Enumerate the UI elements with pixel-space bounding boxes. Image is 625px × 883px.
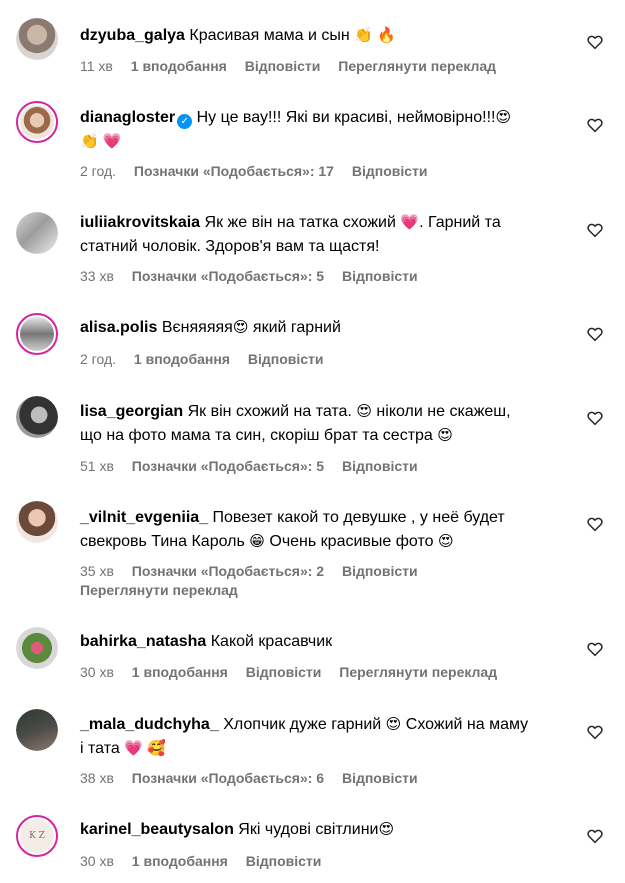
likes-count[interactable]: Позначки «Подобається»: 2 xyxy=(132,563,324,579)
comment-time[interactable]: 35 хв xyxy=(80,563,114,579)
likes-count[interactable]: 1 вподобання xyxy=(132,853,228,869)
comment-text: який гарний xyxy=(252,319,341,336)
comment-text: Красивая мама и сын xyxy=(189,27,350,44)
comment-emoji: 😍 xyxy=(378,821,395,838)
username[interactable]: _vilnit_evgeniia_ xyxy=(80,509,208,526)
comment-text: Схожий на маму xyxy=(405,716,529,733)
heart-outline-icon[interactable] xyxy=(586,827,604,845)
avatar[interactable] xyxy=(16,212,58,254)
heart-outline-icon[interactable] xyxy=(586,33,604,51)
comment-text: ніколи не скажеш, xyxy=(376,403,511,420)
avatar[interactable] xyxy=(16,501,58,543)
username[interactable]: dianagloster xyxy=(80,109,175,126)
reply-button[interactable]: Відповісти xyxy=(245,58,321,74)
likes-count[interactable]: Позначки «Подобається»: 5 xyxy=(132,268,324,284)
comment-emoji: 😍 xyxy=(495,109,512,126)
avatar[interactable] xyxy=(16,396,58,438)
reply-button[interactable]: Відповісти xyxy=(246,664,322,680)
comment-text: статний чоловік. Здоров'я вам та щастя! xyxy=(80,238,380,255)
heart-outline-icon[interactable] xyxy=(586,325,604,343)
heart-outline-icon[interactable] xyxy=(586,409,604,427)
verified-badge-icon: ✓ xyxy=(177,114,193,129)
avatar[interactable] xyxy=(16,101,58,143)
comment-text: Як же він на татка схожий xyxy=(204,214,396,231)
avatar[interactable] xyxy=(16,18,58,60)
comment-text: Повезет какой то девушке , у неё будет xyxy=(212,509,505,526)
likes-count[interactable]: 1 вподобання xyxy=(132,664,228,680)
comment-text: Очень красивые фото xyxy=(269,533,434,550)
reply-button[interactable]: Відповісти xyxy=(352,163,428,179)
heart-outline-icon[interactable] xyxy=(586,116,604,134)
comment-emoji: 😍 xyxy=(356,403,372,420)
comment-text: Какой красавчик xyxy=(210,633,333,650)
comment-emoji: 😁 xyxy=(249,533,265,550)
comment-time[interactable]: 2 год. xyxy=(80,163,116,179)
comment-emoji: 👏 🔥 xyxy=(354,27,396,44)
comment-time[interactable]: 30 хв xyxy=(80,664,114,680)
comment-time[interactable]: 51 хв xyxy=(80,458,114,474)
comment-time[interactable]: 33 хв xyxy=(80,268,114,284)
avatar-logo-text: K Z xyxy=(20,819,54,853)
avatar[interactable] xyxy=(16,627,58,669)
comment-text: Вєняяяяя xyxy=(161,319,233,336)
comment-emoji: 💗 xyxy=(400,214,420,231)
heart-outline-icon[interactable] xyxy=(586,515,604,533)
comment-emoji: 😍 xyxy=(437,533,454,550)
username[interactable]: _mala_dudchyha_ xyxy=(80,716,219,733)
avatar[interactable]: K Z xyxy=(16,815,58,857)
username[interactable]: lisa_georgian xyxy=(80,403,183,420)
comment-text: і тата xyxy=(80,740,120,757)
comment-text: Хлопчик дуже гарний xyxy=(223,716,382,733)
comment-emoji: 😍 xyxy=(232,319,249,336)
username[interactable]: alisa.polis xyxy=(80,319,157,336)
reply-button[interactable]: Відповісти xyxy=(246,853,322,869)
comment-emoji: 💗 🥰 xyxy=(124,740,166,757)
username[interactable]: iuliiakrovitskaia xyxy=(80,214,200,231)
avatar[interactable] xyxy=(16,313,58,355)
comment-emoji: 😍 xyxy=(385,716,402,733)
comment-text: Ну це вау!!! Які ви красиві, неймовірно!… xyxy=(196,109,496,126)
see-translation-button[interactable]: Переглянути переклад xyxy=(80,582,238,598)
comment-text: свекровь Тина Кароль xyxy=(80,533,245,550)
reply-button[interactable]: Відповісти xyxy=(342,268,418,284)
likes-count[interactable]: Позначки «Подобається»: 17 xyxy=(134,163,334,179)
likes-count[interactable]: Позначки «Подобається»: 6 xyxy=(132,770,324,786)
comment-text: . Гарний та xyxy=(419,214,501,231)
avatar[interactable] xyxy=(16,709,58,751)
reply-button[interactable]: Відповісти xyxy=(248,351,324,367)
likes-count[interactable]: Позначки «Подобається»: 5 xyxy=(132,458,324,474)
comment-emoji: 😍 xyxy=(437,427,453,444)
heart-outline-icon[interactable] xyxy=(586,723,604,741)
reply-button[interactable]: Відповісти xyxy=(342,563,418,579)
reply-button[interactable]: Відповісти xyxy=(342,770,418,786)
comment-time[interactable]: 30 хв xyxy=(80,853,114,869)
comment-text: Як він схожий на тата. xyxy=(187,403,352,420)
heart-outline-icon[interactable] xyxy=(586,640,604,658)
username[interactable]: karinel_beautysalon xyxy=(80,821,234,838)
likes-count[interactable]: 1 вподобання xyxy=(134,351,230,367)
see-translation-button[interactable]: Переглянути переклад xyxy=(339,664,497,680)
reply-button[interactable]: Відповісти xyxy=(342,458,418,474)
comment-time[interactable]: 38 хв xyxy=(80,770,114,786)
comment-text: що на фото мама та син, скоріш брат та с… xyxy=(80,427,433,444)
username[interactable]: dzyuba_galya xyxy=(80,27,185,44)
comment-text: Які чудові світлини xyxy=(238,821,379,838)
comment-time[interactable]: 11 хв xyxy=(80,58,113,74)
see-translation-button[interactable]: Переглянути переклад xyxy=(338,58,496,74)
comment-time[interactable]: 2 год. xyxy=(80,351,116,367)
heart-outline-icon[interactable] xyxy=(586,221,604,239)
comment-emoji: 👏 💗 xyxy=(80,133,122,150)
username[interactable]: bahirka_natasha xyxy=(80,633,206,650)
likes-count[interactable]: 1 вподобання xyxy=(131,58,227,74)
